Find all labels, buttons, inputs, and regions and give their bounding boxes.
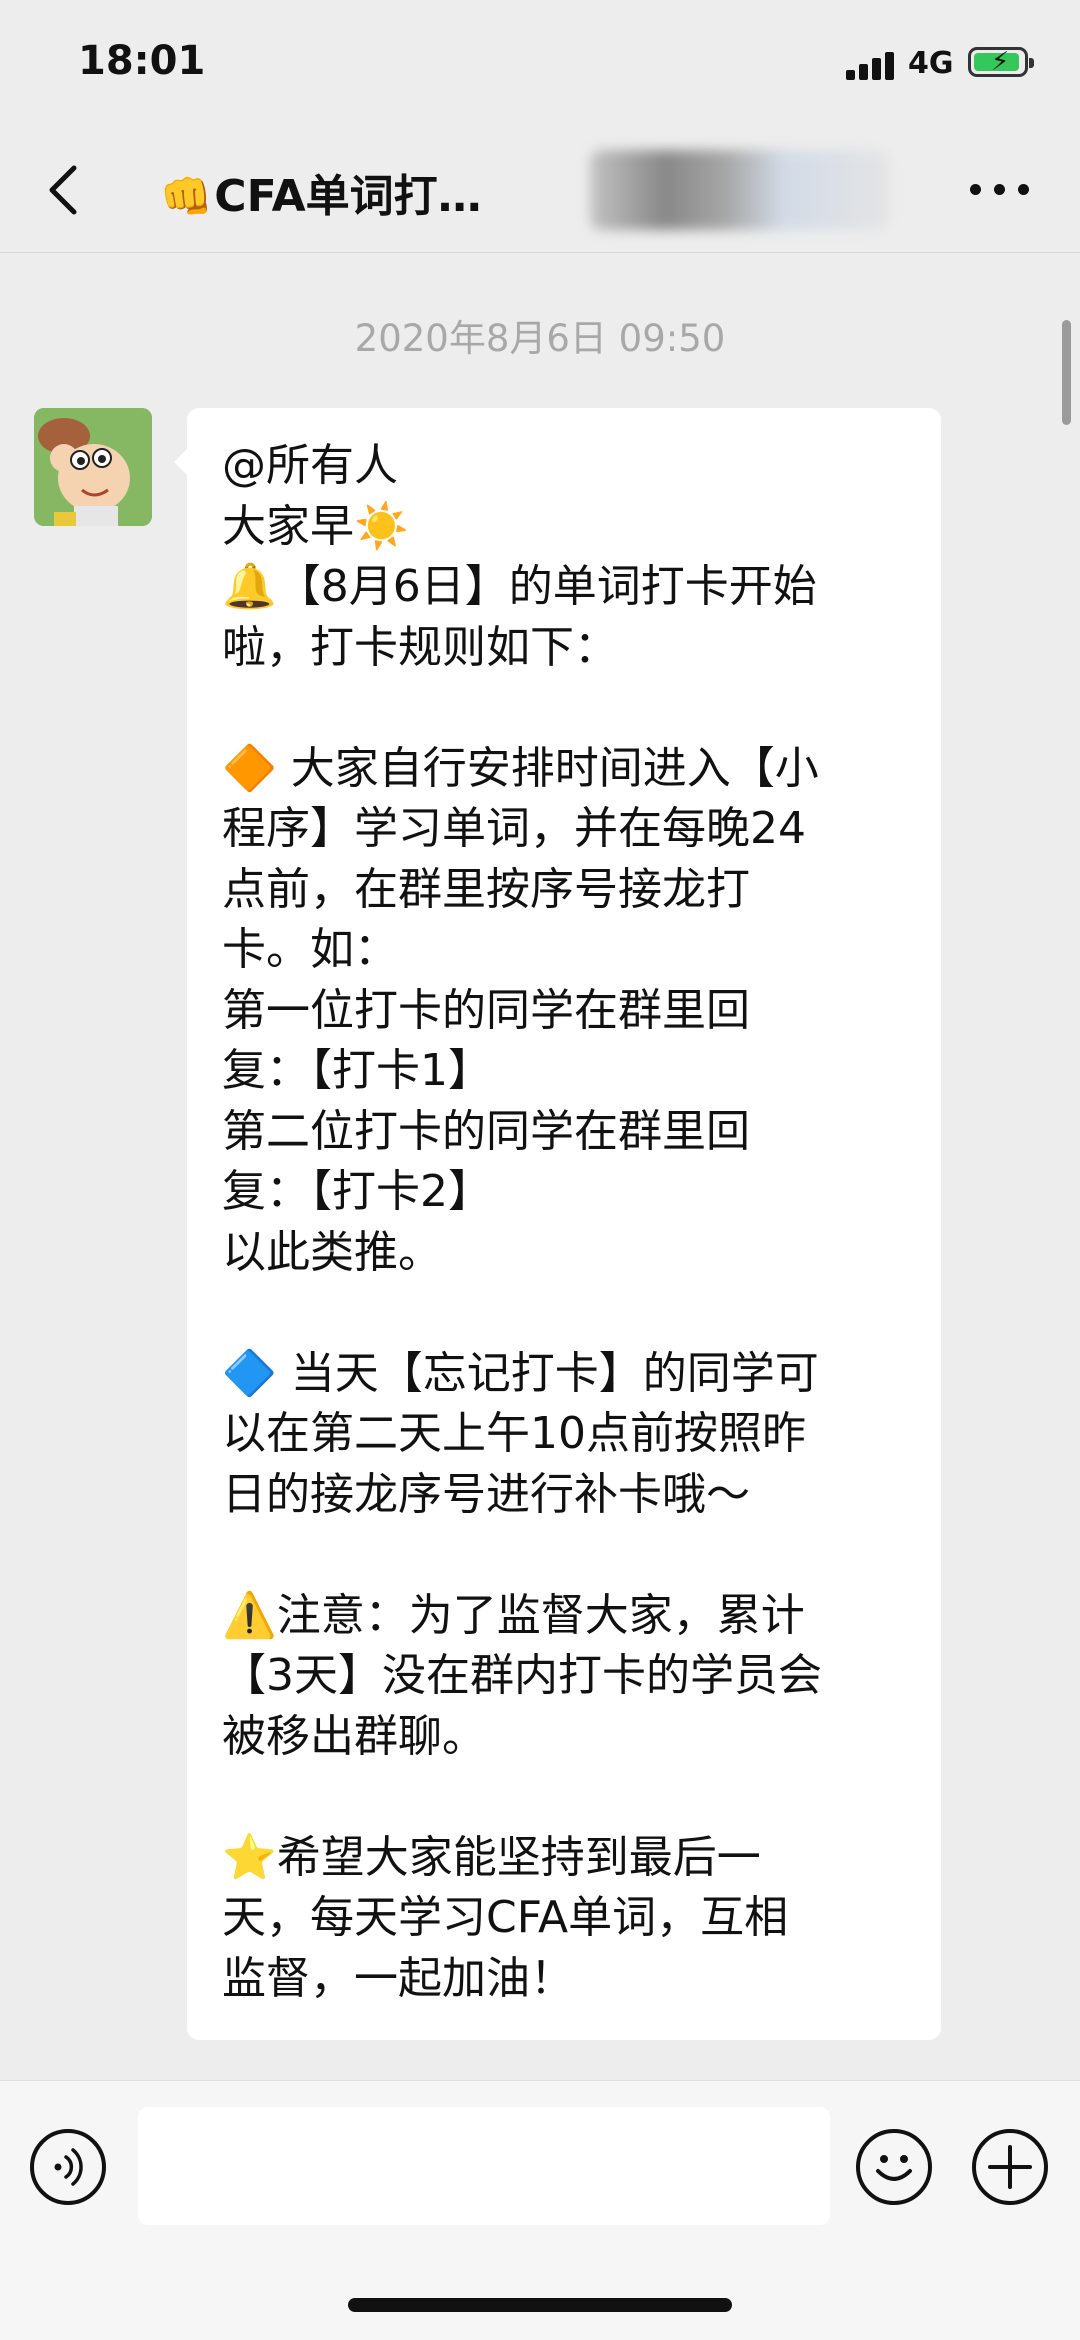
status-bar: 18:01 4G ⚡ (0, 0, 1080, 130)
message-line: 以此类推。 (222, 1226, 442, 1278)
chevron-left-icon (49, 165, 77, 215)
message-line: 🔔【8月6日】的单词打卡开始 (222, 561, 817, 612)
message-line: 复：【打卡1】 (222, 1045, 492, 1096)
voice-button[interactable] (30, 2129, 106, 2205)
message-line: 大家早☀️ (222, 500, 409, 552)
message-line: @所有人 (222, 440, 398, 491)
message-line: 【3天】没在群内打卡的学员会 (222, 1650, 822, 1701)
home-indicator[interactable] (348, 2298, 732, 2312)
redacted-member-count (590, 150, 890, 230)
message-text: @所有人大家早☀️ 🔔【8月6日】的单词打卡开始 啦，打卡规则如下： 🔶 大家自行安排… (222, 436, 922, 2009)
message-line: 卡。如： (222, 924, 398, 975)
bubble-tail (174, 448, 188, 476)
message-line: ⭐希望大家能坚持到最后一 (222, 1831, 761, 1883)
message-line: 日的接龙序号进行补卡哦～ (222, 1468, 750, 1520)
message-timestamp: 2020年8月6日 09:50 (354, 317, 726, 360)
status-time: 18:01 (78, 38, 206, 84)
message-line: 被移出群聊。 (222, 1710, 486, 1762)
nav-bar: 👊CFA单词打… (0, 130, 1080, 253)
message-line: 点前，在群里按序号接龙打 (222, 863, 750, 915)
message-line: 天，每天学习CFA单词，互相 (222, 1892, 789, 1943)
plus-button[interactable] (972, 2129, 1048, 2205)
signal-icon (846, 50, 896, 80)
back-button[interactable] (40, 158, 100, 222)
message-line: 🔷 当天【忘记打卡】的同学可 (222, 1347, 819, 1399)
plus-icon (988, 2145, 1032, 2189)
message-line: 啦，打卡规则如下： (222, 621, 618, 673)
battery-icon: ⚡ (968, 47, 1034, 77)
message-line: 复：【打卡2】 (222, 1166, 492, 1217)
emoji-icon (876, 2155, 912, 2181)
chat-title-text: CFA单词打… (214, 171, 482, 222)
scroll-indicator[interactable] (1062, 320, 1071, 425)
emoji-button[interactable] (856, 2129, 932, 2205)
avatar[interactable] (34, 408, 152, 526)
chat-title: 👊CFA单词打… (160, 160, 482, 224)
message-line: 第二位打卡的同学在群里回 (222, 1105, 750, 1157)
message-line: 🔶 大家自行安排时间进入【小 (222, 742, 819, 794)
network-type: 4G (908, 46, 954, 81)
message-line: 第一位打卡的同学在群里回 (222, 984, 750, 1036)
message-line: 监督，一起加油！ (222, 1952, 574, 2004)
fist-icon: 👊 (160, 172, 213, 221)
more-button[interactable] (970, 182, 1030, 198)
cartoon-avatar-icon (34, 408, 152, 526)
voice-icon (54, 2148, 83, 2186)
message-line: 程序】学习单词，并在每晚24 (222, 803, 806, 854)
message-line: ⚠️注意：为了监督大家，累计 (222, 1589, 805, 1641)
message-line: 以在第二天上午10点前按照昨 (222, 1408, 806, 1459)
message-input[interactable] (138, 2107, 830, 2225)
